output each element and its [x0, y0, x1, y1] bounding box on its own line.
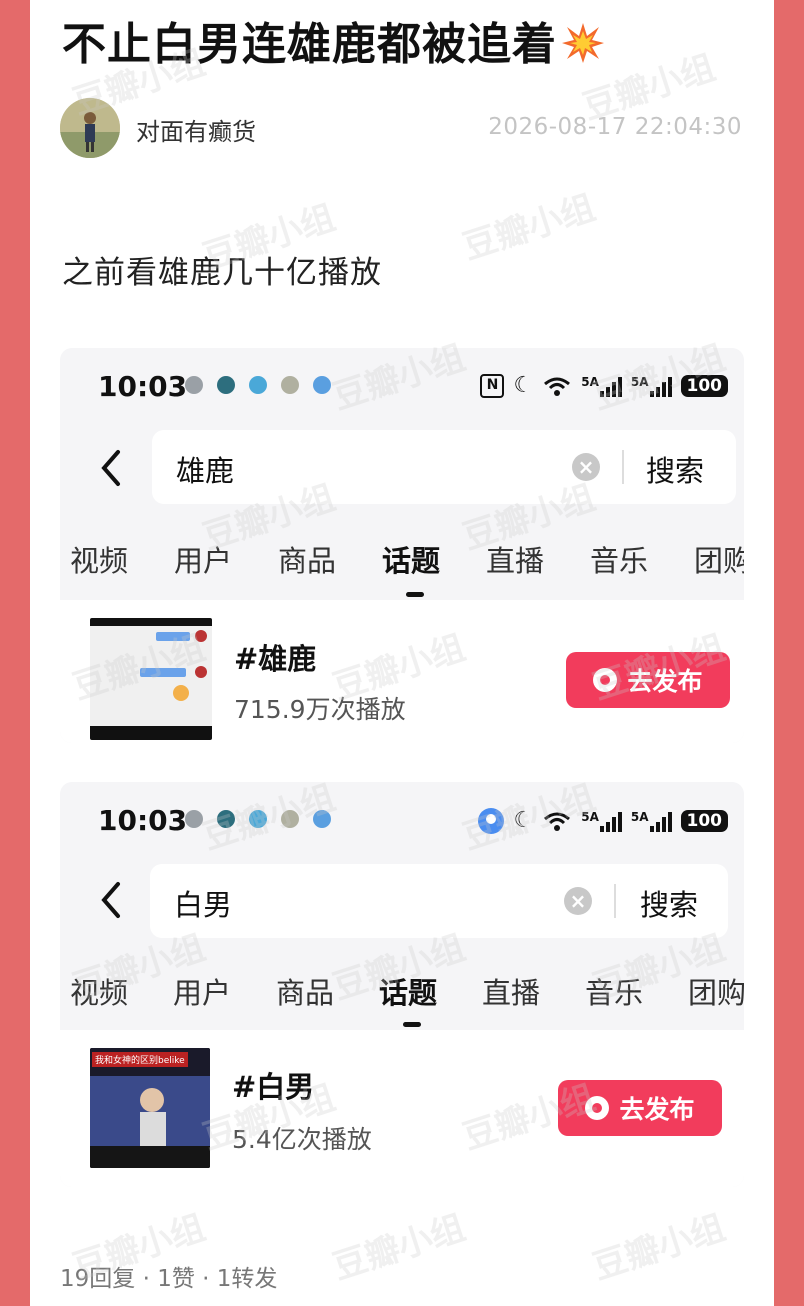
- divider: [622, 450, 624, 484]
- publish-label: 去发布: [627, 667, 703, 696]
- topic-result-row[interactable]: #雄鹿 715.9万次播放 去发布: [60, 600, 744, 743]
- dnd-moon-icon: ☾: [513, 808, 534, 833]
- app-notification-icon: [281, 810, 299, 828]
- notification-icons: [185, 376, 331, 394]
- watermark: 豆瓣小组: [328, 1207, 470, 1288]
- tab-users[interactable]: 用户: [174, 538, 232, 580]
- app-notification-icon: [217, 810, 235, 828]
- topic-tag: #雄鹿: [234, 642, 317, 676]
- tab-video[interactable]: 视频: [70, 970, 128, 1012]
- tab-users[interactable]: 用户: [173, 970, 231, 1012]
- nfc-icon: N: [480, 374, 505, 398]
- tab-products[interactable]: 商品: [276, 970, 334, 1012]
- clear-icon[interactable]: ×: [572, 453, 600, 481]
- tab-live[interactable]: 直播: [482, 970, 540, 1012]
- battery-indicator: 100: [680, 810, 728, 832]
- status-bar: 10:03 ☾ 5A 5A 100: [60, 782, 744, 862]
- camera-icon: [585, 1096, 610, 1120]
- system-status-icons: ☾ 5A 5A 100: [478, 808, 728, 834]
- dnd-moon-icon: ☾: [513, 373, 534, 398]
- topic-result-row[interactable]: 我和女神的区别belike #白男 5.4亿次播放 去发布: [60, 1030, 744, 1187]
- camera-icon: [593, 668, 618, 692]
- active-tab-indicator: [403, 1022, 421, 1027]
- tab-music[interactable]: 音乐: [590, 538, 648, 580]
- search-button[interactable]: 搜索: [640, 882, 698, 924]
- clear-icon[interactable]: ×: [564, 887, 592, 915]
- notification-icons: [185, 810, 331, 828]
- search-query[interactable]: 白男: [174, 882, 232, 924]
- post-stats: 19回复 · 1赞 · 1转发: [60, 1266, 278, 1292]
- tab-music[interactable]: 音乐: [585, 970, 643, 1012]
- app-notification-icon: [249, 810, 267, 828]
- signal-icon-2: 5A: [631, 810, 672, 832]
- app-notification-icon: [185, 376, 203, 394]
- author-name[interactable]: 对面有癫货: [136, 112, 256, 147]
- app-notification-icon: [313, 810, 331, 828]
- signal-label-1: 5A: [581, 375, 599, 389]
- embedded-screenshot-2: 10:03 ☾ 5A 5A 100 白男 × 搜索 视频 用户 商品 话题 直播…: [60, 782, 744, 1187]
- status-time: 10:03: [98, 370, 188, 403]
- post-card: 不止白男连雄鹿都被追着 对面有癫货 2026-08-17 22:04:30 之前…: [30, 0, 774, 1306]
- active-tab-indicator: [406, 592, 424, 597]
- publish-button[interactable]: 去发布: [566, 652, 730, 708]
- wifi-icon: [544, 377, 571, 396]
- signal-icon-1: 5A: [581, 810, 622, 832]
- search-query[interactable]: 雄鹿: [176, 448, 234, 490]
- tab-products[interactable]: 商品: [278, 538, 336, 580]
- back-arrow-icon[interactable]: [96, 448, 126, 488]
- post-timestamp: 2026-08-17 22:04:30: [488, 114, 742, 140]
- tab-live[interactable]: 直播: [486, 538, 544, 580]
- app-notification-icon: [313, 376, 331, 394]
- divider: [614, 884, 616, 918]
- tab-topics[interactable]: 话题: [379, 970, 437, 1012]
- app-notification-icon: [281, 376, 299, 394]
- signal-label-2: 5A: [630, 810, 649, 824]
- battery-indicator: 100: [680, 375, 728, 397]
- app-notification-icon: [217, 376, 235, 394]
- search-button[interactable]: 搜索: [646, 448, 704, 490]
- publish-label: 去发布: [619, 1095, 695, 1124]
- embedded-screenshot-1: 10:03 N ☾ 5A 5A 100 雄鹿 × 搜索 视频 用户 商品 话题 …: [60, 348, 744, 743]
- app-notification-icon: [249, 376, 267, 394]
- thumbnail-caption: 我和女神的区别belike: [92, 1052, 188, 1067]
- system-status-icons: N ☾ 5A 5A 100: [480, 374, 728, 398]
- signal-label-1: 5A: [581, 810, 599, 824]
- publish-button[interactable]: 去发布: [558, 1080, 722, 1136]
- post-title-text: 不止白男连雄鹿都被追着: [62, 19, 557, 70]
- wifi-icon: [544, 812, 571, 831]
- tab-video[interactable]: 视频: [70, 538, 128, 580]
- search-tabs: 视频 用户 商品 话题 直播 音乐 团购: [70, 970, 744, 1030]
- tab-topics[interactable]: 话题: [382, 538, 440, 580]
- topic-thumbnail: 我和女神的区别belike: [90, 1048, 210, 1168]
- collision-emoji-icon: [562, 23, 604, 63]
- status-time: 10:03: [98, 804, 188, 837]
- status-bar: 10:03 N ☾ 5A 5A 100: [60, 348, 744, 428]
- topic-plays: 5.4亿次播放: [232, 1125, 372, 1154]
- post-body: 之前看雄鹿几十亿播放: [62, 255, 382, 291]
- search-bar[interactable]: 白男 × 搜索: [150, 864, 728, 938]
- search-tabs: 视频 用户 商品 话题 直播 音乐 团购: [70, 538, 744, 598]
- signal-icon-1: 5A: [581, 375, 622, 397]
- topic-thumbnail: [90, 618, 212, 740]
- watermark: 豆瓣小组: [588, 1207, 730, 1288]
- search-bar[interactable]: 雄鹿 × 搜索: [152, 430, 736, 504]
- signal-label-2: 5A: [630, 375, 649, 389]
- topic-tag: #白男: [232, 1070, 315, 1104]
- tab-groupbuy[interactable]: 团购: [688, 970, 744, 1012]
- tab-groupbuy[interactable]: 团购: [694, 538, 744, 580]
- post-title: 不止白男连雄鹿都被追着: [62, 8, 605, 72]
- back-arrow-icon[interactable]: [96, 880, 126, 920]
- signal-icon-2: 5A: [631, 375, 672, 397]
- location-icon: [478, 808, 505, 834]
- app-notification-icon: [185, 810, 203, 828]
- author-avatar[interactable]: [60, 98, 120, 158]
- watermark: 豆瓣小组: [458, 187, 600, 268]
- topic-plays: 715.9万次播放: [234, 695, 406, 724]
